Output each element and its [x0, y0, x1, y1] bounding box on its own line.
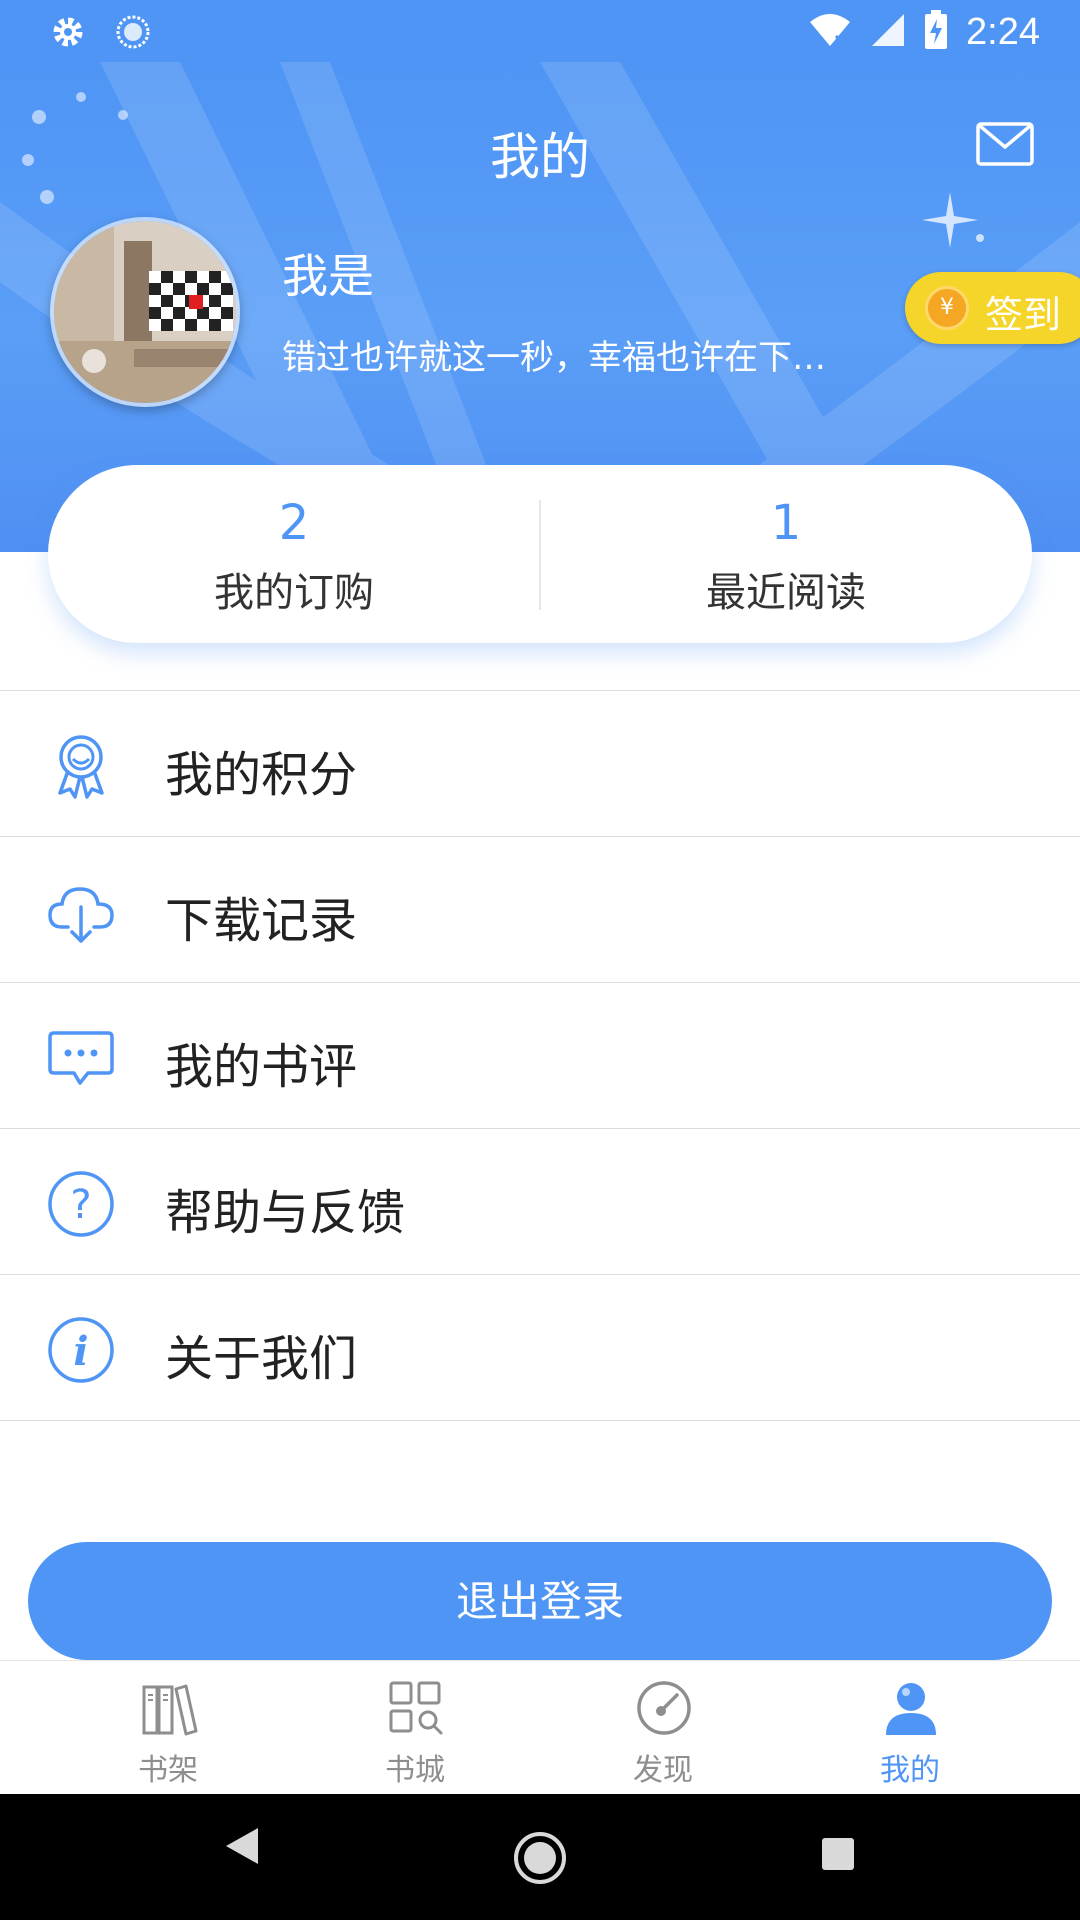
checkin-label: 签到 — [985, 293, 1062, 337]
stat-recent-reading-label: 最近阅读 — [706, 570, 866, 616]
svg-text:i: i — [73, 1328, 88, 1375]
signal-icon — [870, 12, 906, 52]
home-icon[interactable] — [512, 1830, 568, 1890]
award-icon — [46, 731, 116, 801]
menu-item-label: 我的积分 — [165, 747, 358, 803]
mail-icon[interactable] — [976, 122, 1034, 170]
back-icon[interactable] — [222, 1824, 262, 1872]
menu-item-downloads[interactable]: 下载记录 — [0, 837, 1080, 983]
logout-button[interactable]: 退出登录 — [28, 1542, 1052, 1660]
tab-discover[interactable]: 发现 — [543, 1661, 783, 1795]
stat-subscriptions-label: 我的订购 — [214, 570, 374, 616]
recents-icon[interactable] — [820, 1836, 856, 1876]
battery-icon — [924, 10, 948, 54]
menu-item-about[interactable]: i 关于我们 — [0, 1275, 1080, 1421]
bookstore-icon — [387, 1679, 445, 1737]
tab-label: 书城 — [385, 1753, 445, 1788]
stat-recent-reading-count: 1 — [770, 495, 802, 551]
tab-profile[interactable]: 我的 — [790, 1661, 1030, 1795]
menu-item-help[interactable]: ? 帮助与反馈 — [0, 1129, 1080, 1275]
username: 我是 — [282, 249, 374, 303]
sparkle-icon — [922, 192, 992, 256]
stat-subscriptions-count: 2 — [278, 495, 310, 551]
tab-bookshelf[interactable]: 书架 — [48, 1661, 288, 1795]
cloud-download-icon — [46, 877, 116, 947]
menu-list: 我的积分 下载记录 我的书评 ? 帮助与反馈 i 关于我们 — [0, 690, 1080, 1421]
bottom-tab-bar: 书架 书城 发现 我的 — [0, 1660, 1080, 1795]
status-bar: 2:24 — [0, 0, 1080, 62]
comment-icon — [46, 1023, 116, 1093]
menu-item-points[interactable]: 我的积分 — [0, 691, 1080, 837]
menu-item-label: 关于我们 — [165, 1331, 358, 1387]
menu-item-label: 下载记录 — [165, 893, 358, 949]
status-time: 2:24 — [966, 10, 1040, 53]
menu-item-reviews[interactable]: 我的书评 — [0, 983, 1080, 1129]
info-icon: i — [46, 1315, 116, 1385]
stat-subscriptions[interactable]: 2 我的订购 — [48, 465, 540, 643]
discover-icon — [635, 1679, 693, 1737]
bookshelf-icon — [140, 1679, 198, 1737]
tab-label: 书架 — [138, 1753, 198, 1788]
checkin-button[interactable]: ¥ 签到 — [905, 272, 1080, 344]
tab-label: 发现 — [633, 1753, 693, 1788]
coin-icon: ¥ — [925, 286, 969, 330]
tab-bookstore[interactable]: 书城 — [295, 1661, 535, 1795]
page-title: 我的 — [490, 128, 590, 186]
sync-icon — [114, 13, 152, 55]
settings-icon — [48, 12, 88, 56]
tab-label: 我的 — [880, 1753, 940, 1788]
menu-item-label: 帮助与反馈 — [165, 1185, 406, 1241]
svg-text:?: ? — [70, 1182, 91, 1228]
stats-card: 2 我的订购 1 最近阅读 — [48, 465, 1032, 643]
wifi-icon — [808, 12, 852, 52]
profile-icon — [882, 1679, 940, 1737]
help-icon: ? — [46, 1169, 116, 1239]
system-nav-bar — [0, 1794, 1080, 1920]
stat-recent-reading[interactable]: 1 最近阅读 — [540, 465, 1032, 643]
menu-item-label: 我的书评 — [165, 1039, 358, 1095]
avatar[interactable] — [50, 217, 240, 407]
user-signature: 错过也许就这一秒，幸福也许在下… — [282, 338, 826, 378]
